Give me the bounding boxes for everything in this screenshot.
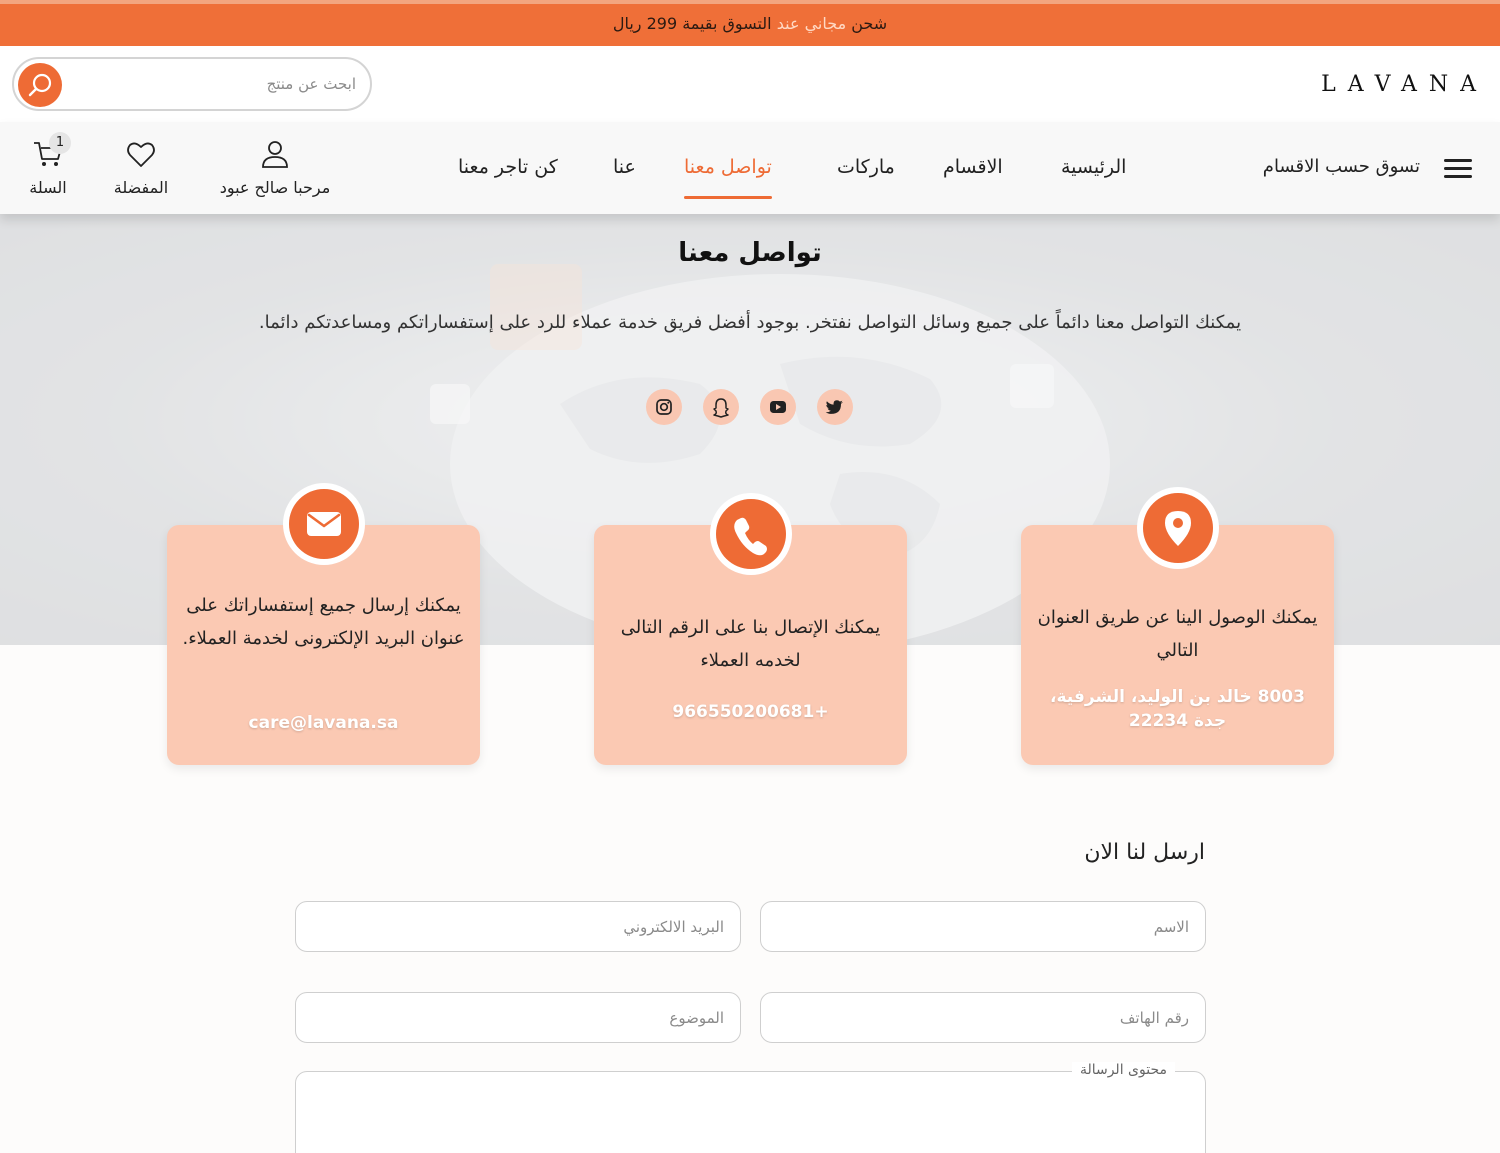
page-description: يمكنك التواصل معنا دائماً على جميع وسائل… xyxy=(258,312,1242,333)
form-title: ارسل لنا الان xyxy=(1084,840,1205,865)
promo-word-when: عند xyxy=(776,14,800,33)
favorites-label: المفضلة xyxy=(113,178,169,197)
promo-word-free: مجاني xyxy=(804,14,847,33)
twitter-icon xyxy=(825,400,843,414)
search-box xyxy=(12,57,372,111)
shop-by-category-link[interactable]: تسوق حسب الاقسام xyxy=(1263,156,1420,177)
search-button[interactable] xyxy=(18,63,62,107)
promo-bar: شحن مجاني عند التسوق بقيمة 299 ريال xyxy=(0,0,1500,46)
account-link[interactable]: مرحبا صالح عبود xyxy=(210,138,340,197)
page-title: تواصل معنا xyxy=(678,238,822,268)
email-card-badge xyxy=(283,483,365,565)
nav-link-home[interactable]: الرئيسية xyxy=(1061,156,1126,178)
location-pin-icon xyxy=(1165,511,1191,546)
name-field xyxy=(760,901,1206,952)
message-label: محتوى الرسالة xyxy=(1071,1062,1175,1078)
address-card: يمكنك الوصول الينا عن طريق العنوان التال… xyxy=(1021,487,1334,765)
favorites-link[interactable]: المفضلة xyxy=(105,138,177,197)
search-input[interactable] xyxy=(86,71,356,97)
twitter-link[interactable] xyxy=(817,389,853,425)
youtube-link[interactable] xyxy=(760,389,796,425)
user-greeting: مرحبا صالح عبود xyxy=(219,178,331,197)
social-links xyxy=(646,389,856,425)
brand-bar: LAVANA xyxy=(0,46,1500,122)
subject-field xyxy=(295,992,741,1043)
email-card-text: يمكنك إرسال جميع إستفساراتك على عنوان ال… xyxy=(182,595,465,649)
phone-card-badge xyxy=(710,493,792,575)
nav-link-become-merchant[interactable]: كن تاجر معنا xyxy=(458,156,558,178)
heart-icon xyxy=(127,142,155,167)
phone-icon xyxy=(734,517,767,556)
snapchat-link[interactable] xyxy=(703,389,739,425)
user-icon xyxy=(262,141,288,168)
youtube-icon xyxy=(770,401,786,413)
email-field xyxy=(295,901,741,952)
phone-card-value[interactable]: +966550200681 xyxy=(608,700,893,724)
nav-link-contact[interactable]: تواصل معنا xyxy=(684,156,772,199)
address-card-badge xyxy=(1137,487,1219,569)
email-card: يمكنك إرسال جميع إستفساراتك على عنوان ال… xyxy=(167,483,480,765)
phone-field xyxy=(760,992,1206,1043)
email-input[interactable] xyxy=(346,914,724,940)
nav-link-categories[interactable]: الاقسام xyxy=(943,156,1003,178)
phone-input[interactable] xyxy=(811,1005,1189,1031)
promo-rest: التسوق بقيمة 299 ريال xyxy=(612,14,772,33)
message-field: محتوى الرسالة xyxy=(295,1062,1206,1153)
main-nav: تسوق حسب الاقسام الرئيسية الاقسام ماركات… xyxy=(0,122,1500,214)
snapchat-icon xyxy=(713,398,729,418)
brand-logo[interactable]: LAVANA xyxy=(1321,72,1488,97)
menu-icon[interactable] xyxy=(1444,159,1472,179)
instagram-link[interactable] xyxy=(646,389,682,425)
cart-label: السلة xyxy=(29,178,67,197)
instagram-icon xyxy=(656,399,672,415)
name-input[interactable] xyxy=(811,914,1189,940)
message-textarea[interactable] xyxy=(308,1090,1193,1153)
nav-link-about[interactable]: عنا xyxy=(613,156,636,178)
subject-input[interactable] xyxy=(346,1005,724,1031)
phone-card-text: يمكنك الإتصال بنا على الرقم التالى لخدمه… xyxy=(620,617,881,671)
search-icon xyxy=(28,73,52,97)
nav-link-brands[interactable]: ماركات xyxy=(837,156,895,178)
envelope-icon xyxy=(307,512,341,536)
address-card-text: يمكنك الوصول الينا عن طريق العنوان التال… xyxy=(1037,607,1318,661)
phone-card: يمكنك الإتصال بنا على الرقم التالى لخدمه… xyxy=(594,493,907,765)
cart-count-badge: 1 xyxy=(49,132,71,154)
address-card-value: 8003 خالد بن الوليد، الشرفية، جدة 22234 xyxy=(1050,687,1305,731)
promo-word-shipping: شحن xyxy=(851,14,888,33)
email-card-value[interactable]: care@lavana.sa xyxy=(181,711,466,735)
